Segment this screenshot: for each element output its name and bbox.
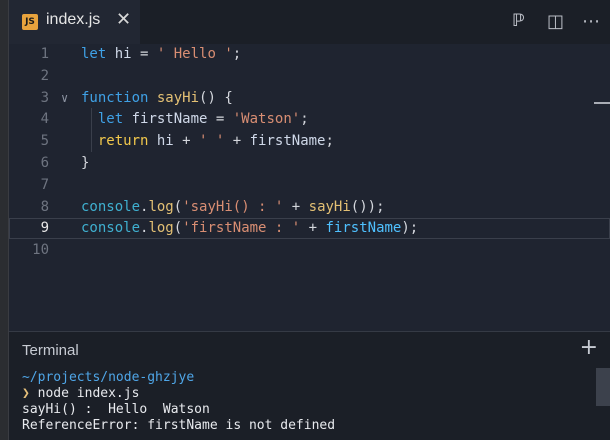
code-line[interactable]: 1 let hi = ' Hello '; [9,44,610,65]
close-icon[interactable]: ✕ [116,9,131,30]
line-number: 9 [40,220,49,237]
editor-scroll-marker[interactable] [594,102,610,104]
more-actions-icon[interactable]: ⋯ [582,11,600,32]
code-text: console.log('firstName : ' + firstName); [81,220,419,237]
code-line[interactable]: 4 let firstName = 'Watson'; [9,109,610,130]
split-editor-icon[interactable]: ◫ [547,11,564,32]
terminal-command-line: ❯ node index.js [22,386,590,402]
terminal-cwd: ~/projects/node-ghzjye [22,370,195,385]
left-activity-strip [0,0,9,440]
tab-label: index.js [46,11,101,28]
tab-index-js[interactable]: JS index.js ✕ [9,0,140,44]
line-number: 3 [40,89,49,106]
code-line[interactable]: 10 [9,240,610,261]
code-text: let firstName = 'Watson'; [97,111,309,128]
fold-chevron-icon[interactable]: ∨ [61,88,75,109]
line-number: 8 [40,198,49,215]
terminal-panel: Terminal + ~/projects/node-ghzjye ❯ node… [9,331,610,440]
line-number: 5 [40,133,49,150]
code-line[interactable]: 7 [9,175,610,196]
code-text: let hi = ' Hello '; [81,46,242,62]
code-line[interactable]: 3 ∨ function sayHi() { [9,88,610,109]
terminal-title[interactable]: Terminal [22,342,79,359]
code-text: console.log('sayHi() : ' + sayHi()); [81,198,385,215]
line-number: 4 [40,111,49,128]
code-line[interactable]: 9 console.log('firstName : ' + firstName)… [9,218,610,239]
terminal-error-line: ReferenceError: firstName is not defined [22,418,336,433]
terminal-command: node index.js [37,386,140,401]
code-line[interactable]: 5 return hi + ' ' + firstName; [9,131,610,152]
add-terminal-icon[interactable]: + [580,335,598,360]
code-line[interactable]: 2 [9,66,610,87]
code-editor[interactable]: 1 let hi = ' Hello '; 2 3 ∨ function sayHi() … [9,44,610,331]
line-number: 1 [40,46,49,62]
code-text: } [81,155,90,171]
editor-tab-bar: JS index.js ✕ ℙ ◫ ⋯ [9,0,610,44]
terminal-output-line: sayHi() : Hello Watson [22,402,210,417]
code-line[interactable]: 6} [9,153,610,174]
code-text: function sayHi() { [81,89,233,106]
line-number: 2 [40,67,49,84]
open-preview-icon[interactable]: ℙ [512,11,525,31]
code-text: return hi + ' ' + firstName; [97,133,334,150]
terminal-scrollbar[interactable] [596,368,610,406]
code-line[interactable]: 8 console.log('sayHi() : ' + sayHi()); [9,197,610,218]
line-number: 10 [32,242,49,259]
prompt-icon: ❯ [22,386,30,401]
line-number: 6 [40,155,49,171]
javascript-file-icon: JS [22,14,38,30]
line-number: 7 [40,176,49,193]
